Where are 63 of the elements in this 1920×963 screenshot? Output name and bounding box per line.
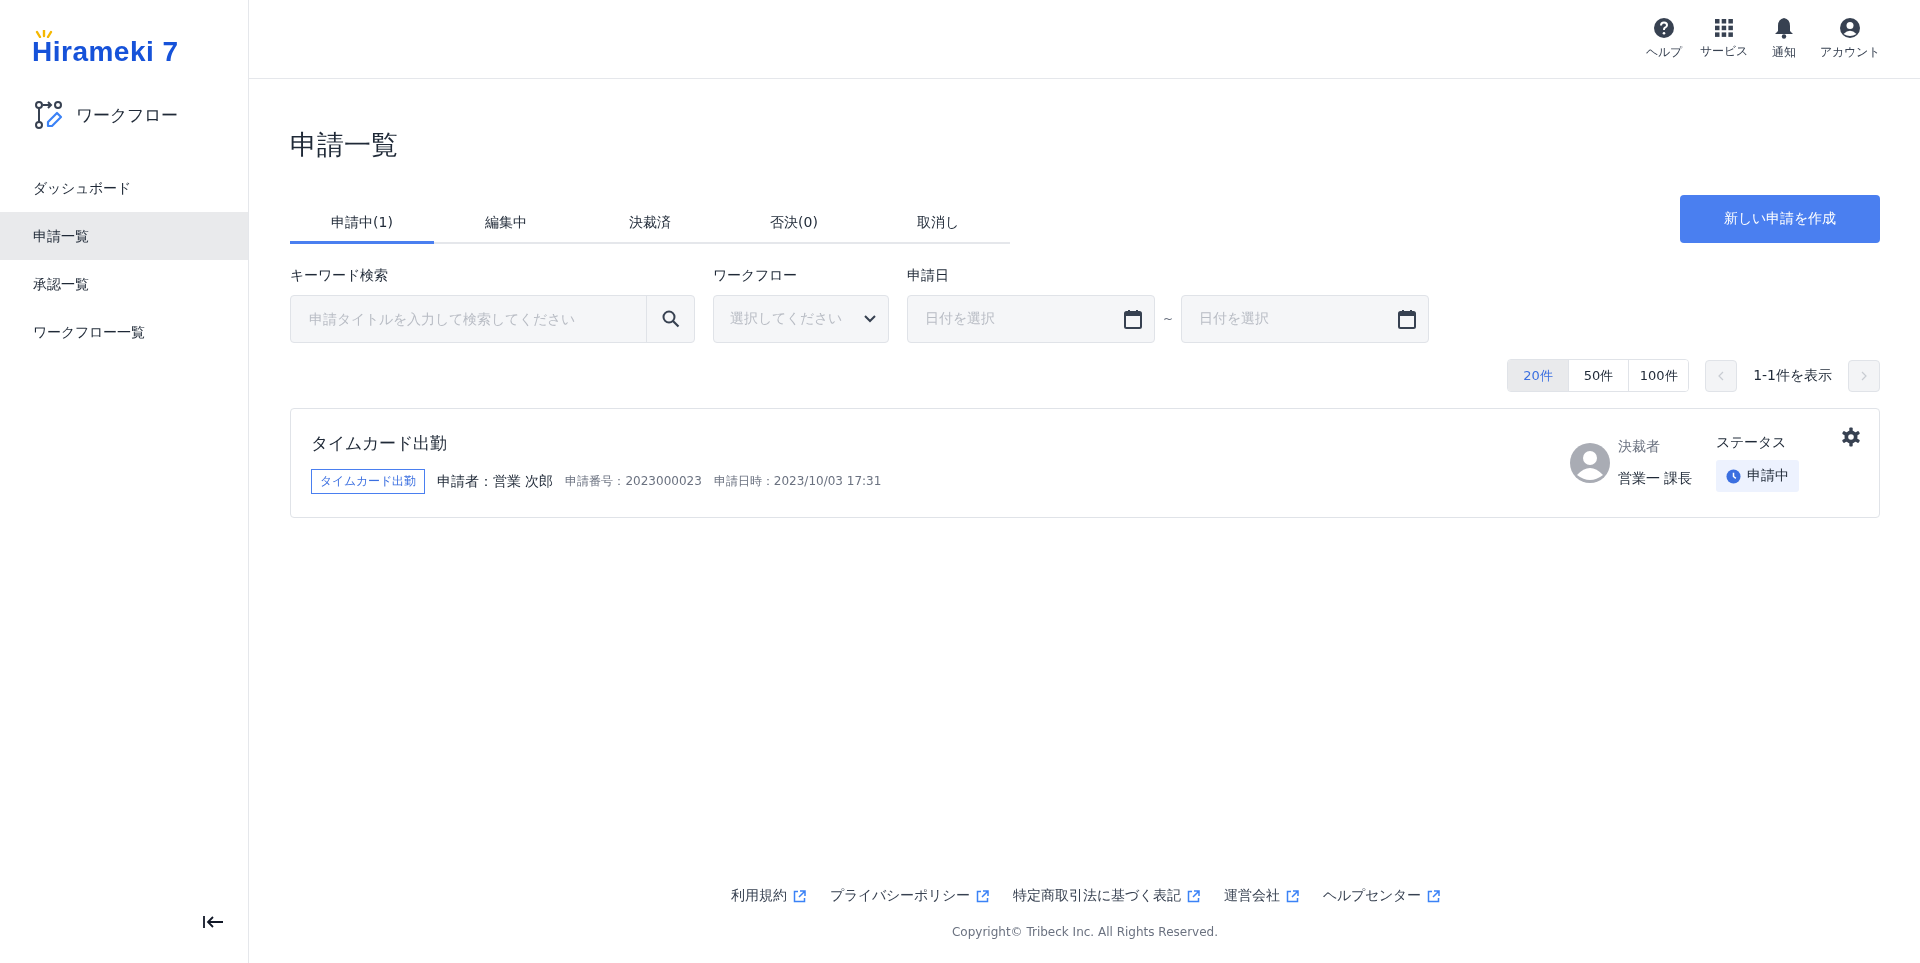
tab[interactable]: 取消し	[866, 204, 1010, 244]
application-card[interactable]: タイムカード出勤 タイムカード出勤 申請者：営業 次郎 申請番号：2023000023 申請日時：2023/10/03 17:31 決裁者 営業一 課長 ステータス 申請中	[290, 408, 1880, 518]
footer-link[interactable]: プライバシーポリシー	[829, 887, 989, 905]
header-action[interactable]: 通知	[1764, 17, 1804, 61]
avatar-icon	[1569, 443, 1610, 483]
footer-link[interactable]: ヘルプセンター	[1322, 887, 1440, 905]
keyword-input[interactable]: 申請タイトルを入力して検索してください	[291, 296, 646, 342]
sidebar-item[interactable]: 申請一覧	[0, 212, 248, 260]
footer-link[interactable]: 利用規約	[730, 887, 806, 905]
sparkle-icon	[34, 30, 54, 38]
grid-icon	[1714, 18, 1734, 38]
approver-name: 営業一 課長	[1617, 470, 1692, 488]
clock-icon	[1726, 468, 1741, 484]
workflow-icon	[34, 100, 64, 130]
create-application-button[interactable]: 新しい申請を作成	[1680, 195, 1880, 243]
calendar-icon	[1124, 309, 1142, 329]
sidebar-item[interactable]: 承認一覧	[0, 260, 248, 308]
tab[interactable]: 申請中(1)	[290, 204, 434, 244]
approver-label: 決裁者	[1617, 438, 1661, 456]
external-link-icon	[1285, 889, 1299, 903]
page-title: 申請一覧	[290, 128, 399, 162]
chevron-down-icon	[864, 315, 876, 323]
tab[interactable]: 決裁済	[578, 204, 722, 244]
header-action[interactable]: ヘルプ	[1644, 17, 1684, 61]
tab[interactable]: 否決(0)	[722, 204, 866, 244]
collapse-sidebar-icon[interactable]	[202, 915, 224, 929]
external-link-icon	[1186, 889, 1200, 903]
external-link-icon	[1426, 889, 1440, 903]
footer-link[interactable]: 特定商取引法に基づく表記	[1012, 887, 1200, 905]
copyright: Copyright© Tribeck Inc. All Rights Reserved.	[951, 925, 1218, 939]
status-badge: 申請中	[1716, 460, 1799, 492]
field-label: ワークフロー	[713, 267, 798, 285]
account-icon	[1839, 17, 1861, 39]
field-label: キーワード検索	[290, 267, 389, 285]
external-link-icon	[792, 889, 806, 903]
sidebar-item[interactable]: ワークフロー一覧	[0, 308, 248, 356]
header-action[interactable]: アカウント	[1820, 17, 1880, 61]
workflow-tag: タイムカード出勤	[311, 469, 425, 494]
help-icon	[1653, 17, 1675, 39]
settings-icon[interactable]	[1841, 427, 1861, 447]
status-label: ステータス	[1716, 434, 1787, 452]
page-size-option[interactable]: 20件	[1508, 360, 1569, 391]
bell-icon	[1774, 17, 1794, 39]
result-range: 1-1件を表示	[1753, 366, 1832, 385]
sidebar-item[interactable]: ダッシュボード	[0, 164, 248, 212]
app-name: ワークフロー	[76, 103, 178, 127]
application-date: 申請日時：2023/10/03 17:31	[713, 473, 882, 490]
header-action[interactable]: サービス	[1700, 18, 1748, 60]
calendar-icon	[1398, 309, 1417, 329]
field-label: 申請日	[907, 267, 950, 285]
application-number: 申請番号：2023000023	[565, 473, 702, 490]
date-separator: ~	[1163, 312, 1174, 326]
chevron-left-icon	[1718, 370, 1725, 381]
external-link-icon	[975, 889, 989, 903]
keyword-search-field[interactable]: 申請タイトルを入力して検索してください	[290, 295, 695, 343]
chevron-right-icon	[1861, 370, 1867, 381]
tab[interactable]: 編集中	[434, 204, 578, 244]
application-title: タイムカード出勤	[311, 432, 448, 455]
footer-link[interactable]: 運営会社	[1223, 887, 1299, 905]
logo[interactable]: Hirameki 7	[32, 36, 179, 67]
search-icon	[661, 310, 680, 328]
page-size-option[interactable]: 100件	[1628, 360, 1689, 391]
applicant: 申請者：営業 次郎	[437, 472, 554, 491]
